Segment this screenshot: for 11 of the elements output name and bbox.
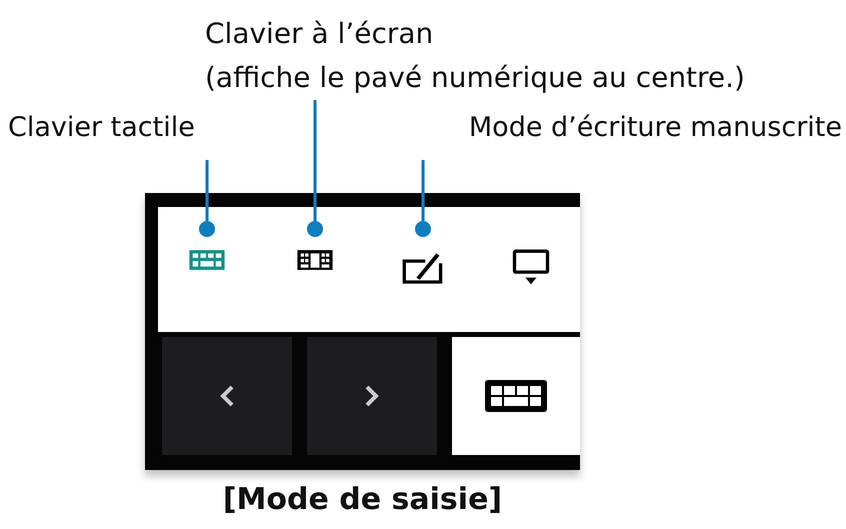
split-keyboard-icon — [296, 249, 334, 271]
callout-label: Clavier tactile — [8, 111, 195, 145]
chevron-left-icon — [220, 385, 234, 407]
keyboard-icon — [484, 379, 548, 413]
keyboard-icon — [188, 249, 226, 271]
keyboard-button[interactable] — [452, 337, 580, 455]
chevron-right-icon — [365, 385, 379, 407]
callout-label: Mode d’écriture manuscrite — [468, 111, 842, 145]
figure-caption: [Mode de saisie] — [222, 481, 504, 519]
callout-label: Clavier à l’écran (affiche le pavé numérique au centre.) — [205, 16, 745, 96]
screen-dropdown-icon — [512, 249, 550, 286]
